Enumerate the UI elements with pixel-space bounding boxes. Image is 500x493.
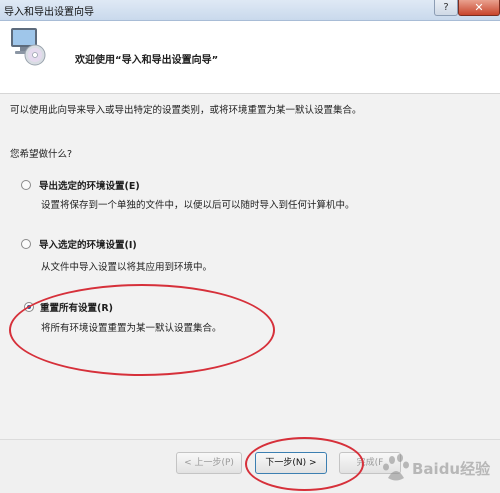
window-title: 导入和导出设置向导	[4, 7, 94, 18]
footer-divider	[0, 439, 500, 440]
baidu-watermark-logo: Baidu经验	[383, 454, 491, 481]
back-button[interactable]: < 上一步(P)	[176, 452, 242, 474]
title-bar: 导入和导出设置向导 ? ✕	[0, 0, 500, 21]
intro-text: 可以使用此向导来导入或导出特定的设置类别，或将环境重置为某一默认设置集合。	[10, 105, 362, 116]
svg-text:Baidu经验: Baidu经验	[412, 460, 491, 478]
help-button[interactable]: ?	[434, 0, 458, 16]
export-option-desc: 设置将保存到一个单独的文件中，以便以后可以随时导入到任何计算机中。	[41, 200, 355, 211]
export-option-label[interactable]: 导出选定的环境设置(E)	[39, 178, 140, 192]
import-radio[interactable]	[21, 239, 31, 249]
wizard-header: 欢迎使用“导入和导出设置向导”	[0, 21, 500, 93]
reset-option-desc: 将所有环境设置重置为某一默认设置集合。	[41, 323, 222, 334]
next-button[interactable]: 下一步(N) >	[255, 452, 327, 474]
reset-option-label[interactable]: 重置所有设置(R)	[40, 300, 113, 314]
reset-radio[interactable]	[24, 302, 34, 312]
import-option-label[interactable]: 导入选定的环境设置(I)	[39, 237, 137, 251]
close-button[interactable]: ✕	[458, 0, 500, 16]
question-text: 您希望做什么?	[10, 149, 73, 160]
export-radio[interactable]	[21, 180, 31, 190]
wizard-title: 欢迎使用“导入和导出设置向导”	[75, 55, 219, 66]
computer-cd-icon	[11, 28, 46, 66]
import-option-desc: 从文件中导入设置以将其应用到环境中。	[41, 262, 213, 273]
